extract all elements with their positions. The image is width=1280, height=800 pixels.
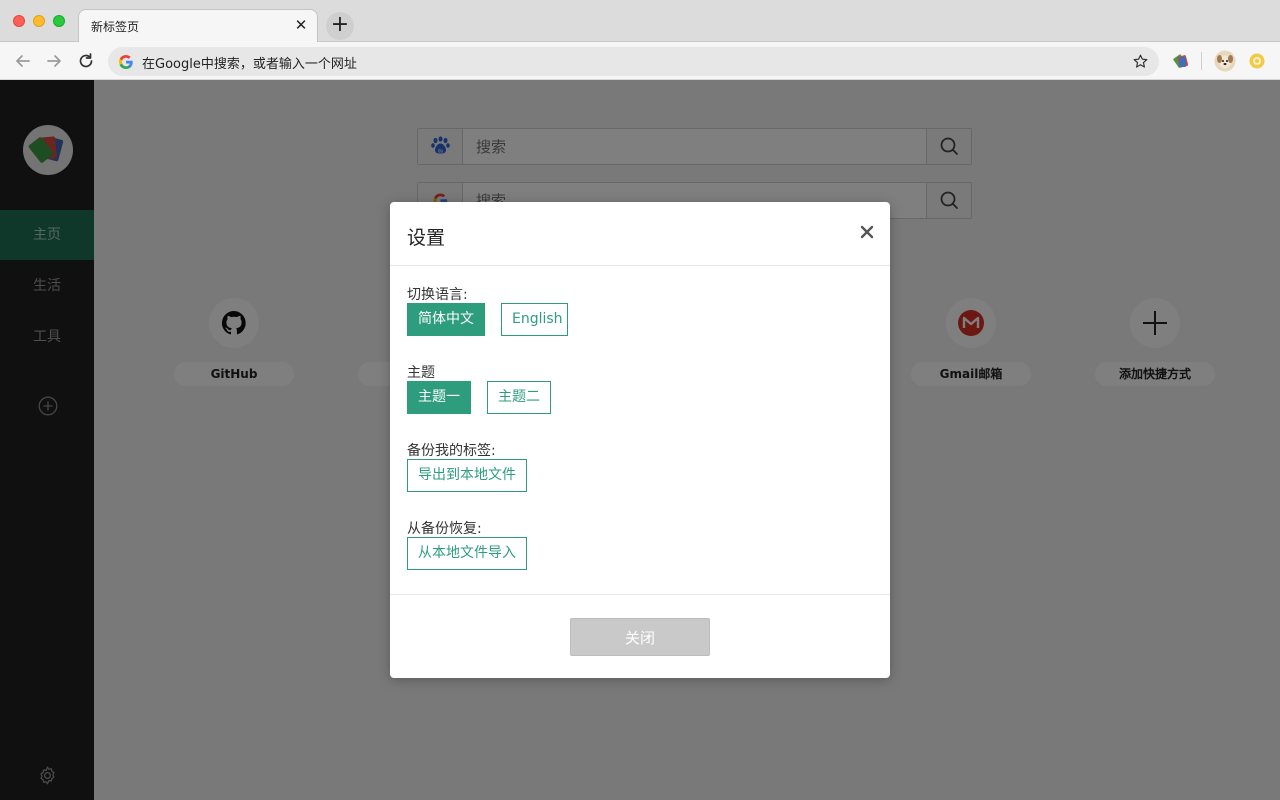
browser-tab[interactable]: 新标签页 ✕	[78, 9, 318, 43]
bookmark-star-icon[interactable]	[1132, 53, 1149, 70]
minimize-window-button[interactable]	[33, 15, 45, 27]
maximize-window-button[interactable]	[53, 15, 65, 27]
extension-yellow-icon[interactable]	[1249, 53, 1265, 69]
restore-label: 从备份恢复:	[407, 521, 482, 537]
close-dialog-button[interactable]: 关闭	[570, 618, 710, 656]
reload-icon[interactable]	[76, 51, 96, 71]
close-icon[interactable]	[858, 223, 876, 241]
language-label: 切换语言:	[407, 287, 468, 303]
import-button[interactable]: 从本地文件导入	[407, 537, 527, 570]
extension-cards-icon[interactable]	[1172, 52, 1190, 70]
dialog-title: 设置	[407, 227, 446, 249]
theme-option-1[interactable]: 主题一	[407, 381, 471, 414]
forward-arrow-icon[interactable]	[44, 51, 64, 71]
address-bar[interactable]: 在Google中搜索，或者输入一个网址	[108, 47, 1159, 76]
dialog-header: 设置	[390, 202, 890, 266]
google-g-icon	[118, 55, 133, 69]
dialog-footer: 关闭	[390, 594, 890, 678]
close-window-button[interactable]	[13, 15, 25, 27]
language-option-en[interactable]: English	[501, 303, 568, 336]
address-bar-text: 在Google中搜索，或者输入一个网址	[142, 57, 357, 72]
theme-label: 主题	[407, 365, 435, 381]
tab-close-icon[interactable]: ✕	[293, 17, 309, 33]
theme-option-2[interactable]: 主题二	[487, 381, 551, 414]
browser-toolbar: 在Google中搜索，或者输入一个网址	[0, 42, 1280, 80]
export-button[interactable]: 导出到本地文件	[407, 459, 527, 492]
browser-tab-bar: 新标签页 ✕ +	[0, 0, 1280, 43]
toolbar-divider	[1201, 52, 1202, 70]
new-tab-button[interactable]: +	[326, 12, 354, 40]
back-arrow-icon[interactable]	[13, 51, 33, 71]
tab-title: 新标签页	[91, 20, 140, 34]
language-option-zh[interactable]: 简体中文	[407, 303, 485, 336]
profile-avatar-icon[interactable]	[1214, 50, 1236, 72]
backup-label: 备份我的标签:	[407, 443, 496, 459]
settings-dialog: 设置 切换语言: 简体中文 English 主题 主题一 主题二 备份我的标签:…	[390, 202, 890, 678]
